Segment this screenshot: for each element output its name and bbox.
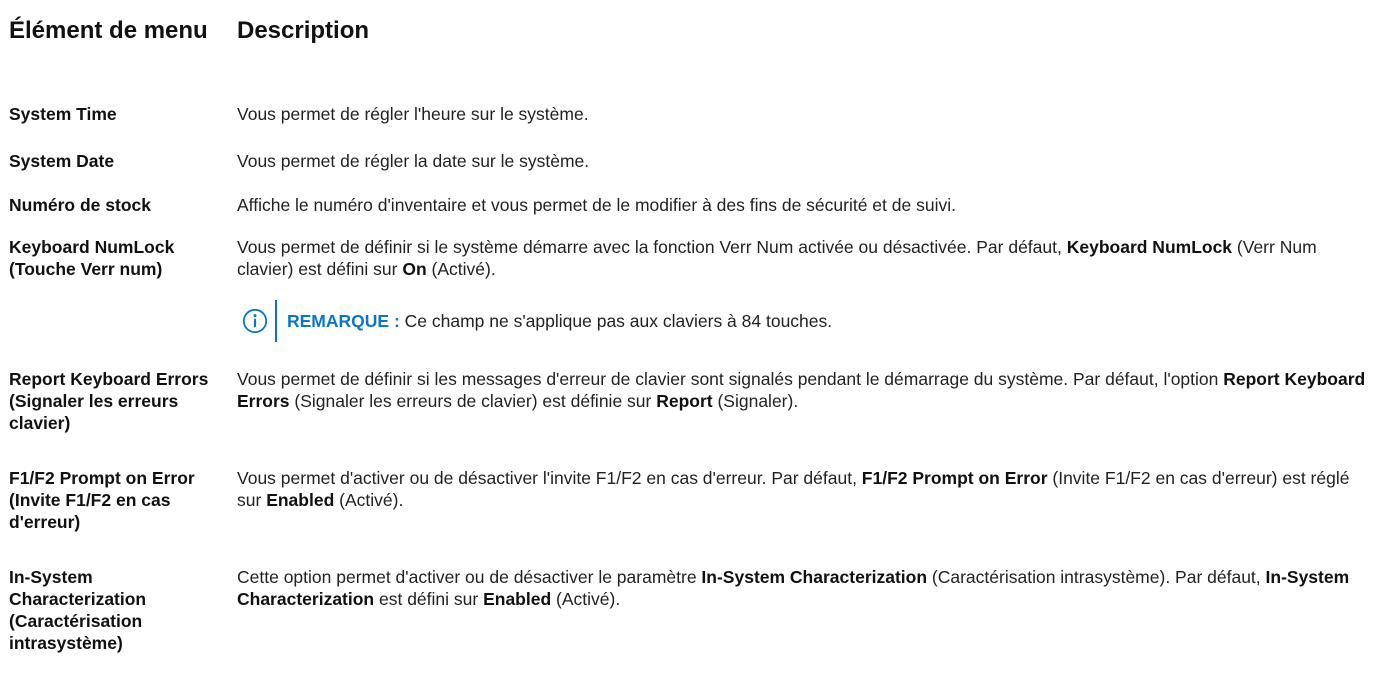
desc-in-system-characterization: Cette option permet d'activer ou de désa…: [237, 566, 1377, 610]
desc-bold: Keyboard NumLock: [1066, 237, 1233, 257]
desc-text: (Caractérisation intrasystème). Par défa…: [927, 567, 1266, 587]
term-report-keyboard-errors: Report Keyboard Errors (Signaler les err…: [9, 369, 209, 433]
term-system-time: System Time: [9, 104, 117, 124]
desc-text: (Signaler les erreurs de clavier) est dé…: [289, 391, 657, 411]
desc-text: Vous permet de définir si le système dém…: [237, 237, 1067, 257]
desc-f1f2-prompt-on-error: Vous permet d'activer ou de désactiver l…: [237, 467, 1377, 511]
term-f1f2-prompt-on-error: F1/F2 Prompt on Error (Invite F1/F2 en c…: [9, 468, 195, 532]
header-description: Description: [237, 17, 370, 44]
desc-bold: Enabled: [483, 589, 552, 609]
desc-text: est défini sur: [374, 589, 484, 609]
desc-keyboard-numlock: Vous permet de définir si le système dém…: [237, 236, 1377, 280]
header-menu-item: Élément de menu: [9, 17, 208, 44]
term-in-system-characterization: In-System Characterization (Caractérisat…: [9, 567, 147, 653]
desc-text: (Signaler).: [712, 391, 799, 411]
note-callout: REMARQUE : Ce champ ne s'applique pas au…: [241, 300, 832, 342]
desc-text: (Activé).: [426, 259, 496, 279]
desc-system-date: Vous permet de régler la date sur le sys…: [237, 151, 590, 171]
desc-text: Vous permet d'activer ou de désactiver l…: [237, 468, 862, 488]
term-asset-tag: Numéro de stock: [9, 195, 151, 215]
desc-bold: F1/F2 Prompt on Error: [861, 468, 1048, 488]
desc-asset-tag: Affiche le numéro d'inventaire et vous p…: [237, 195, 956, 215]
note-divider: [275, 300, 277, 342]
note-text: REMARQUE : Ce champ ne s'applique pas au…: [287, 310, 832, 332]
note-body: Ce champ ne s'applique pas aux claviers …: [399, 311, 833, 331]
desc-bold: Enabled: [266, 490, 335, 510]
desc-text: (Activé).: [551, 589, 621, 609]
term-system-date: System Date: [9, 151, 115, 171]
desc-bold: Report: [656, 391, 713, 411]
info-icon: [241, 307, 269, 335]
note-label: REMARQUE :: [287, 311, 400, 331]
desc-text: Cette option permet d'activer ou de désa…: [237, 567, 702, 587]
desc-text: (Activé).: [334, 490, 404, 510]
desc-report-keyboard-errors: Vous permet de définir si les messages d…: [237, 368, 1377, 412]
desc-text: Vous permet de définir si les messages d…: [237, 369, 1224, 389]
term-keyboard-numlock: Keyboard NumLock (Touche Verr num): [9, 237, 175, 279]
desc-bold: On: [402, 259, 427, 279]
desc-system-time: Vous permet de régler l'heure sur le sys…: [237, 104, 589, 124]
desc-bold: In-System Characterization: [701, 567, 928, 587]
